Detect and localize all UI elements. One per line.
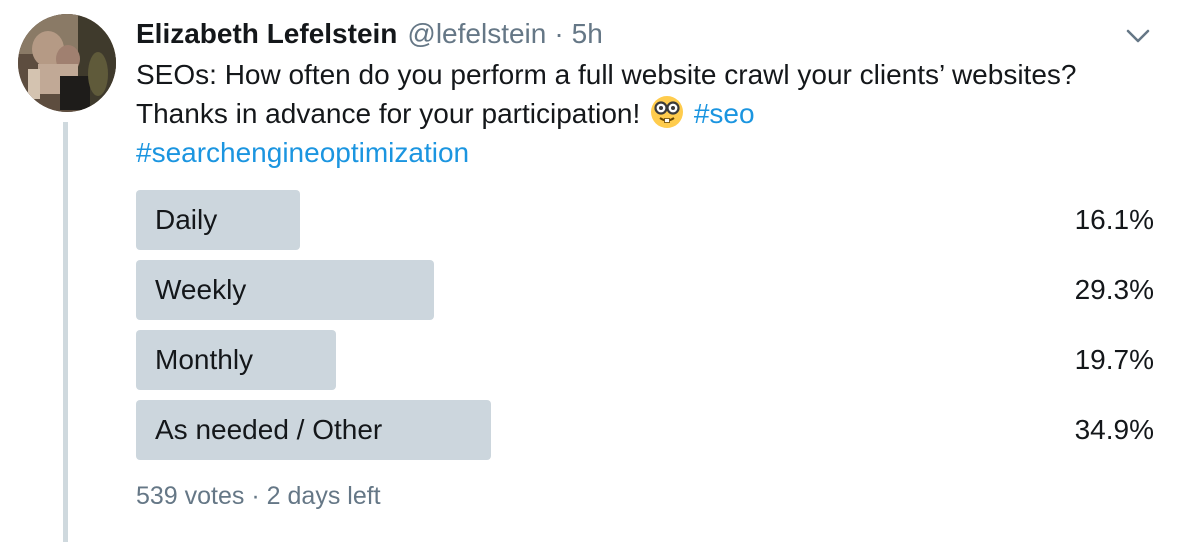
author-name[interactable]: Elizabeth Lefelstein [136,18,397,50]
tweet-body: SEOs: How often do you perform a full we… [136,59,1077,129]
poll-option-label: As needed / Other [155,414,383,445]
poll-option-percent: 34.9% [1074,414,1154,445]
tweet-header: Elizabeth Lefelstein @lefelstein · 5h [136,14,603,54]
author-handle[interactable]: @lefelstein [407,18,546,50]
header-separator: · [554,18,564,49]
chevron-down-icon[interactable] [1124,22,1152,50]
poll-option-daily[interactable]: Daily 16.1% [136,190,1154,250]
hashtag-seo[interactable]: #seo [694,98,755,129]
poll-option-label: Daily [155,204,218,235]
poll-vote-count: 539 votes [136,482,245,510]
poll-option-label: Monthly [155,344,254,375]
poll-option-monthly[interactable]: Monthly 19.7% [136,330,1154,390]
avatar-photo [18,14,116,112]
poll-option-percent: 19.7% [1074,344,1154,375]
poll-option-percent: 16.1% [1074,204,1154,235]
nerd-face-emoji-icon [650,95,684,129]
poll-meta-separator: · [251,482,260,510]
hashtag-searchengineoptimization[interactable]: #searchengineoptimization [136,137,469,168]
poll-option-label: Weekly [155,274,247,305]
poll-option-as-needed-other[interactable]: As needed / Other 34.9% [136,400,1154,460]
poll-time-left: 2 days left [266,482,381,510]
avatar[interactable] [18,14,116,112]
poll: Daily 16.1% Weekly 29.3% Monthly 19.7% A… [136,190,1154,470]
poll-option-percent: 29.3% [1074,274,1154,305]
tweet-timestamp[interactable]: 5h [572,18,603,50]
tweet-text: SEOs: How often do you perform a full we… [136,55,1136,172]
thread-line [63,122,68,542]
poll-meta: 539 votes · 2 days left [136,482,381,511]
poll-option-weekly[interactable]: Weekly 29.3% [136,260,1154,320]
